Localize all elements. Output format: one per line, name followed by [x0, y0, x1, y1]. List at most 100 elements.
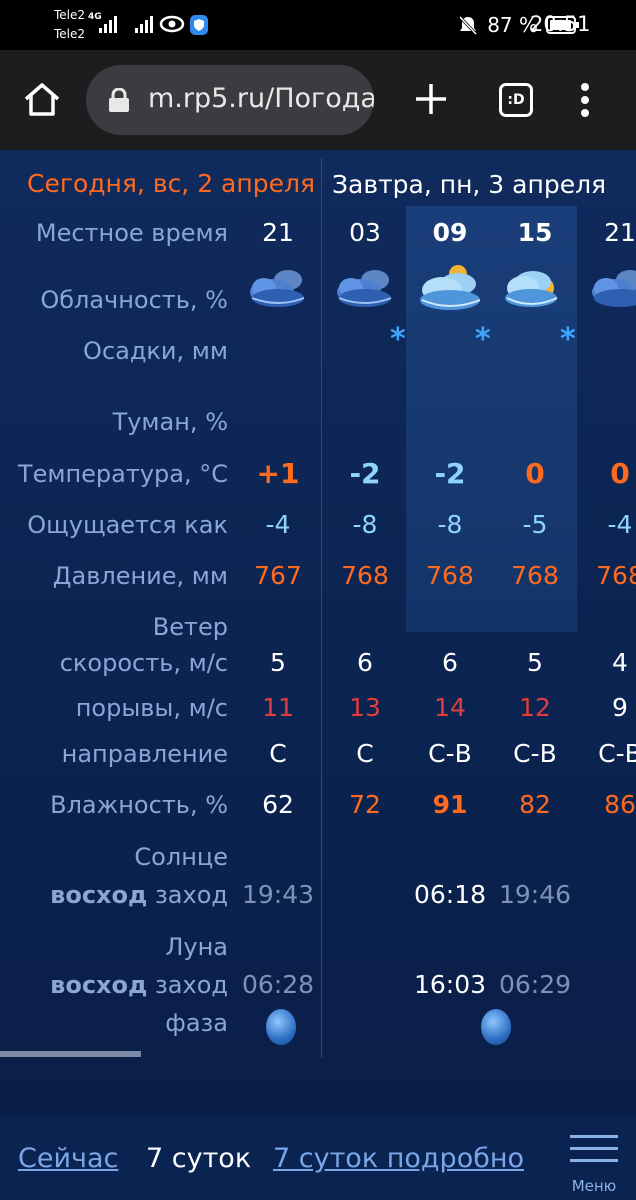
label-temperature: Температура, °C	[17, 460, 228, 488]
pressure-cell: 768	[511, 561, 559, 590]
address-bar[interactable]: m.rp5.ru/Погода	[86, 65, 374, 135]
home-icon[interactable]	[22, 80, 62, 120]
carrier-2: Tele2	[54, 27, 86, 41]
wind-gusts-cell: 14	[434, 693, 466, 722]
wind-speed-cell: 6	[357, 648, 373, 677]
feels-like-cell: -4	[265, 510, 291, 539]
nav-now-link[interactable]: Сейчас	[18, 1143, 118, 1174]
hour-cell: 03	[349, 218, 381, 247]
date-today: Сегодня, вс, 2 апреля	[27, 169, 315, 198]
humidity-cell: 91	[432, 790, 468, 819]
cloudy-sun-icon	[420, 265, 481, 310]
nav-seven-days-detailed-link[interactable]: 7 суток подробно	[273, 1143, 524, 1174]
snow-icon: *	[475, 322, 491, 357]
date-tomorrow: Завтра, пн, 3 апреля	[332, 170, 607, 199]
wind-direction-cell: С	[269, 739, 287, 768]
humidity-cell: 72	[349, 790, 381, 819]
signal-icon	[99, 16, 117, 33]
label-cloudiness: Облачность, %	[40, 286, 228, 314]
label-wind-gusts: порывы, м/с	[75, 694, 228, 722]
eye-icon	[159, 15, 185, 33]
label-rise: восход	[50, 881, 148, 909]
sunset-tomorrow: 19:46	[498, 880, 572, 909]
humidity-cell: 62	[262, 790, 294, 819]
wind-speed-cell: 6	[442, 648, 458, 677]
pressure-cell: 768	[341, 561, 389, 590]
bottom-navigation: Сейчас 7 суток 7 суток подробно Меню	[0, 1115, 636, 1200]
clock: 20:51	[530, 12, 591, 36]
cloudy-sun-icon	[505, 271, 558, 307]
menu-button[interactable]: Меню	[568, 1133, 620, 1195]
label-set: заход	[155, 881, 228, 909]
wind-gusts-cell: 12	[519, 693, 551, 722]
menu-label: Меню	[571, 1177, 617, 1195]
wind-direction-cell: С-В	[428, 739, 472, 768]
temperature-cell: -2	[349, 457, 381, 490]
menu-bar	[570, 1159, 618, 1162]
temperature-cell: -2	[434, 457, 466, 490]
pressure-cell: 768	[426, 561, 474, 590]
snow-icon: *	[560, 322, 576, 357]
wind-direction-cell: С	[356, 739, 374, 768]
label-phase: фаза	[165, 1009, 228, 1037]
temperature-cell: +1	[256, 457, 300, 490]
temperature-cell: 0	[610, 457, 630, 490]
wind-speed-cell: 5	[527, 648, 543, 677]
carrier-1: Tele2	[54, 8, 86, 22]
hour-cell: 15	[517, 218, 553, 247]
status-bar: Tele2 Tele2 4G 87 % 20:51	[0, 0, 636, 50]
horizontal-scrollbar[interactable]	[0, 1051, 141, 1057]
menu-bar	[570, 1135, 618, 1138]
sunrise-tomorrow: 06:18	[413, 880, 487, 909]
feels-like-cell: -4	[607, 510, 633, 539]
label-pressure: Давление, мм	[52, 562, 228, 590]
pressure-cell: 767	[254, 561, 302, 590]
new-tab-icon[interactable]	[412, 80, 450, 118]
cloudy-night-icon	[337, 270, 392, 307]
wind-gusts-cell: 9	[612, 693, 628, 722]
sunset-today: 19:43	[241, 880, 315, 909]
label-precipitation: Осадки, мм	[83, 337, 228, 365]
shield-icon	[190, 15, 208, 35]
wind-speed-cell: 4	[612, 648, 628, 677]
feels-like-cell: -8	[352, 510, 378, 539]
lock-icon	[109, 88, 129, 112]
menu-bar	[570, 1147, 618, 1150]
wind-speed-cell: 5	[270, 648, 286, 677]
temperature-cell: 0	[525, 457, 545, 490]
cloudy-night-icon	[250, 270, 305, 307]
feels-like-cell: -8	[437, 510, 463, 539]
moonrise-tomorrow: 16:03	[413, 970, 487, 999]
mute-bell-icon	[459, 15, 478, 36]
humidity-cell: 86	[604, 790, 636, 819]
hour-cell: 09	[432, 218, 468, 247]
humidity-cell: 82	[519, 790, 551, 819]
moon-phase-icon	[481, 1009, 511, 1045]
label-sun-rise-set: восход заход	[50, 881, 228, 909]
snow-icon: *	[390, 322, 406, 357]
hour-cell: 21	[262, 218, 294, 247]
label-local-time: Местное время	[35, 219, 228, 247]
hour-cell: 21	[604, 218, 636, 247]
wind-direction-cell: С-В	[513, 739, 557, 768]
label-wind: Ветер	[152, 613, 228, 641]
moonset-tomorrow: 06:29	[498, 970, 572, 999]
label-moon-set: заход	[155, 971, 228, 999]
tabs-button[interactable]: :D	[499, 83, 533, 117]
browser-toolbar: m.rp5.ru/Погода :D	[0, 50, 636, 150]
moonset-today: 06:28	[241, 970, 315, 999]
pressure-cell: 768	[596, 561, 636, 590]
url-text[interactable]: m.rp5.ru/Погода	[148, 83, 374, 114]
signal-icon	[135, 16, 153, 33]
label-moon-rise: восход	[50, 971, 148, 999]
label-moon: Луна	[165, 933, 228, 961]
moon-phase-icon	[266, 1009, 296, 1045]
label-moon-rise-set: восход заход	[50, 971, 228, 999]
more-menu-icon[interactable]	[578, 80, 592, 120]
wind-gusts-cell: 11	[262, 693, 294, 722]
label-wind-speed: скорость, м/с	[59, 649, 228, 677]
label-sun: Солнце	[134, 843, 228, 871]
day-separator	[321, 158, 322, 1058]
label-wind-direction: направление	[61, 740, 228, 768]
label-feels-like: Ощущается как	[27, 511, 228, 539]
